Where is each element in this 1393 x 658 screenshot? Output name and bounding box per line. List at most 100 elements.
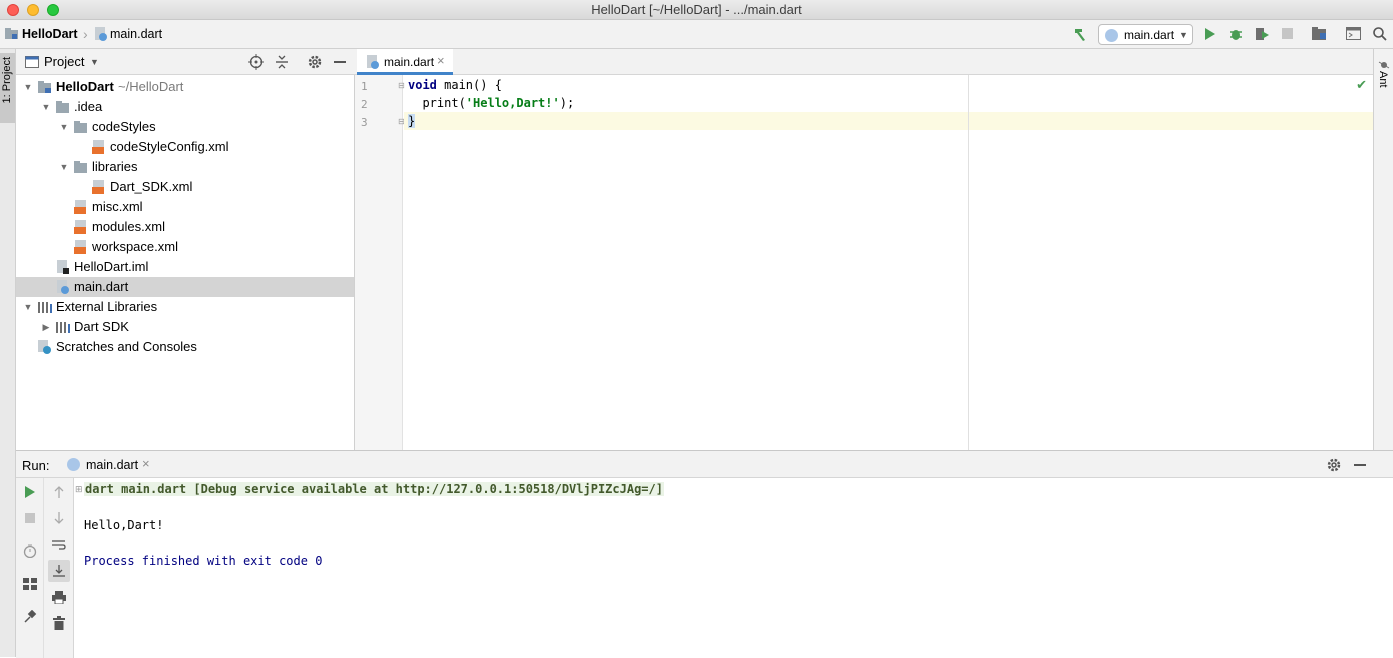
xml-file-icon xyxy=(74,200,88,214)
code-token: ); xyxy=(559,96,575,110)
tree-item[interactable]: ▼ External Libraries xyxy=(16,297,354,317)
breadcrumb-project[interactable]: HelloDart xyxy=(22,20,78,48)
coverage-icon[interactable] xyxy=(1252,25,1272,43)
expand-arrow-icon[interactable]: ▼ xyxy=(22,77,34,97)
collapse-arrow-icon[interactable]: ▶ xyxy=(40,317,52,337)
code-line-1[interactable]: void main() { xyxy=(408,78,502,92)
fold-marker-icon[interactable]: ⊟ xyxy=(398,81,405,90)
close-window-button[interactable] xyxy=(7,4,19,16)
chevron-down-icon: ▼ xyxy=(1179,30,1188,40)
tree-item[interactable]: misc.xml xyxy=(16,197,354,217)
module-folder-icon xyxy=(38,80,52,94)
xml-file-icon xyxy=(74,220,88,234)
tree-item-path: ~/HelloDart xyxy=(118,79,184,94)
libraries-icon xyxy=(38,300,52,314)
tree-item-label: External Libraries xyxy=(56,299,158,314)
layout-icon[interactable] xyxy=(20,574,40,594)
tree-item[interactable]: Dart_SDK.xml xyxy=(16,177,354,197)
line-number-gutter: 1 2 3 ⊟ ⊟ xyxy=(355,75,405,450)
matched-brace: } xyxy=(408,114,416,128)
stop-button[interactable] xyxy=(1278,25,1298,43)
inspection-ok-check-icon[interactable]: ✔ xyxy=(1356,77,1367,93)
gear-icon[interactable] xyxy=(1326,457,1342,476)
locate-crosshair-icon[interactable] xyxy=(248,54,264,73)
tree-item-label: HelloDart.iml xyxy=(74,259,149,274)
rerun-button[interactable] xyxy=(20,482,40,502)
console-actions-column xyxy=(44,478,74,658)
tree-item[interactable]: ▼ .idea xyxy=(16,97,354,117)
chevron-down-icon[interactable]: ▼ xyxy=(90,57,99,67)
project-view-icon xyxy=(25,56,39,68)
run-configuration-label: main.dart xyxy=(1124,28,1175,42)
code-line-3[interactable]: } xyxy=(408,114,416,128)
soft-wrap-icon[interactable] xyxy=(49,535,69,555)
tree-item[interactable]: modules.xml xyxy=(16,217,354,237)
folder-icon xyxy=(74,160,88,174)
project-structure-icon[interactable] xyxy=(1310,25,1330,43)
tree-item[interactable]: HelloDart.iml xyxy=(16,257,354,277)
close-tab-icon[interactable]: × xyxy=(437,53,445,68)
run-configuration-select[interactable]: main.dart ▼ xyxy=(1098,24,1193,45)
window-title: HelloDart [~/HelloDart] - .../main.dart xyxy=(591,2,802,17)
line-number: 3 xyxy=(361,116,368,129)
tree-item[interactable]: ▶ Dart SDK xyxy=(16,317,354,337)
folder-icon xyxy=(56,100,70,114)
code-line-2[interactable]: print('Hello,Dart!'); xyxy=(408,96,574,110)
dart-file-icon xyxy=(56,280,70,294)
line-number: 1 xyxy=(361,80,368,93)
breadcrumb-file[interactable]: main.dart xyxy=(110,20,162,48)
hide-panel-icon[interactable] xyxy=(334,61,346,63)
timer-icon[interactable] xyxy=(20,541,40,561)
minimize-window-button[interactable] xyxy=(27,4,39,16)
run-button[interactable] xyxy=(1200,25,1220,43)
print-icon[interactable] xyxy=(49,587,69,607)
tree-item-label: workspace.xml xyxy=(92,239,178,254)
debug-bug-icon[interactable] xyxy=(1226,25,1246,43)
hide-panel-icon[interactable] xyxy=(1354,464,1366,466)
fold-marker-icon[interactable]: ⊞ xyxy=(75,484,83,495)
window-titlebar: HelloDart [~/HelloDart] - .../main.dart xyxy=(0,0,1393,20)
tab-main-dart[interactable]: main.dart × xyxy=(357,49,453,75)
library-icon xyxy=(56,320,70,334)
ant-tool-tab[interactable]: Ant xyxy=(1377,71,1389,88)
arrow-down-icon[interactable] xyxy=(49,508,69,528)
tree-item[interactable]: main.dart xyxy=(16,277,354,297)
expand-arrow-icon[interactable]: ▼ xyxy=(40,97,52,117)
tree-item[interactable]: ▼ HelloDart ~/HelloDart xyxy=(16,77,354,97)
dart-file-icon xyxy=(366,55,380,69)
project-tool-tab[interactable]: 1: Project xyxy=(0,53,15,123)
pin-icon[interactable] xyxy=(20,607,40,627)
terminal-window-icon[interactable] xyxy=(1344,25,1364,43)
close-tab-icon[interactable]: × xyxy=(142,456,150,471)
zoom-window-button[interactable] xyxy=(47,4,59,16)
project-tree: ▼ HelloDart ~/HelloDart ▼ .idea ▼ codeStyles co… xyxy=(16,77,354,447)
expand-arrow-icon[interactable]: ▼ xyxy=(22,297,34,317)
tree-item[interactable]: workspace.xml xyxy=(16,237,354,257)
search-icon[interactable] xyxy=(1370,25,1390,43)
tree-item[interactable]: Scratches and Consoles xyxy=(16,337,354,357)
expand-arrow-icon[interactable]: ▼ xyxy=(58,157,70,177)
tree-item-label: .idea xyxy=(74,99,103,114)
collapse-all-icon[interactable] xyxy=(274,54,290,73)
editor-area: main.dart × 1 2 3 ⊟ ⊟ void main() { prin… xyxy=(355,49,1373,450)
tree-item[interactable]: codeStyleConfig.xml xyxy=(16,137,354,157)
expand-arrow-icon[interactable]: ▼ xyxy=(58,117,70,137)
left-tool-window-strip: 1: Project xyxy=(0,49,16,657)
tree-item[interactable]: ▼ codeStyles xyxy=(16,117,354,137)
project-view-label[interactable]: Project xyxy=(44,54,84,69)
console-output-line: Hello,Dart! xyxy=(84,518,164,532)
build-hammer-icon[interactable] xyxy=(1070,25,1090,43)
scroll-to-end-icon[interactable] xyxy=(48,560,70,582)
gear-icon[interactable] xyxy=(307,54,323,73)
run-panel-label: Run: xyxy=(22,458,50,473)
stop-button[interactable] xyxy=(20,508,40,528)
console-exit-line: Process finished with exit code 0 xyxy=(84,554,323,568)
keyword-token: void xyxy=(408,78,437,92)
dart-config-icon xyxy=(1105,29,1118,42)
tree-item-label: Dart_SDK.xml xyxy=(110,179,193,194)
trash-icon[interactable] xyxy=(49,613,69,633)
run-tab-main-dart[interactable]: main.dart xyxy=(86,458,138,472)
editor-tab-bar: main.dart × xyxy=(355,49,1373,75)
arrow-up-icon[interactable] xyxy=(49,482,69,502)
tree-item[interactable]: ▼ libraries xyxy=(16,157,354,177)
